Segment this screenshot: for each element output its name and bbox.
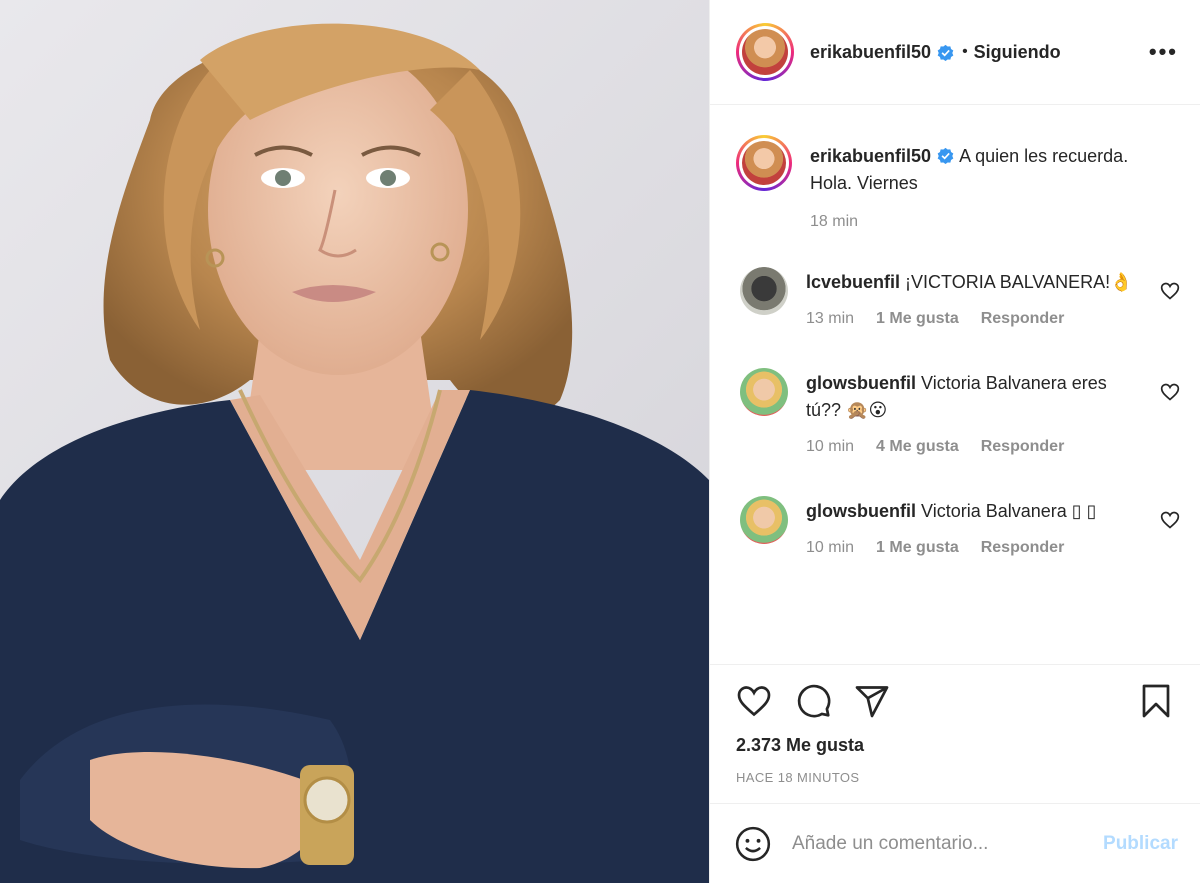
- reply-button[interactable]: Responder: [981, 539, 1065, 557]
- caption-username[interactable]: erikabuenfil50: [810, 146, 931, 166]
- separator-dot: •: [962, 43, 968, 60]
- following-button[interactable]: Siguiendo: [974, 42, 1061, 63]
- smiley-icon[interactable]: [734, 825, 772, 863]
- comment-item: glowsbuenfil Victoria Balvanera ▯ ▯ 10 m…: [736, 496, 1180, 557]
- comment-item: lcvebuenfil ¡VICTORIA BALVANERA!👌 13 min…: [736, 267, 1180, 328]
- caption-time[interactable]: 18 min: [810, 213, 858, 231]
- comment-username[interactable]: glowsbuenfil: [806, 373, 916, 393]
- comment-username[interactable]: glowsbuenfil: [806, 501, 916, 521]
- post-photo[interactable]: [0, 0, 709, 883]
- comment-text: Victoria Balvanera ▯ ▯: [921, 501, 1097, 521]
- comment-input[interactable]: [792, 832, 1104, 855]
- post-timestamp[interactable]: HACE 18 MINUTOS: [736, 770, 1174, 785]
- comment-composer: Publicar: [710, 803, 1200, 883]
- like-comment-heart-icon[interactable]: [1160, 281, 1180, 301]
- post-actions: 2.373 Me gusta HACE 18 MINUTOS: [710, 664, 1200, 785]
- more-options-icon[interactable]: •••: [1149, 39, 1178, 65]
- comment-likes[interactable]: 1 Me gusta: [876, 539, 959, 557]
- like-comment-heart-icon[interactable]: [1160, 510, 1180, 530]
- comment-avatar[interactable]: [740, 267, 788, 315]
- caption-avatar[interactable]: [736, 135, 792, 191]
- verified-badge-icon: [937, 44, 954, 61]
- caption: erikabuenfil50 A quien les recuerda. Hol…: [736, 135, 1174, 231]
- comments-list[interactable]: erikabuenfil50 A quien les recuerda. Hol…: [710, 105, 1200, 664]
- comment-item: glowsbuenfil Victoria Balvanera eres tú?…: [736, 368, 1180, 456]
- comment-text: ¡VICTORIA BALVANERA!👌: [905, 272, 1133, 292]
- comment-time[interactable]: 10 min: [806, 438, 854, 456]
- comment-time[interactable]: 10 min: [806, 539, 854, 557]
- save-bookmark-icon[interactable]: [1138, 683, 1174, 719]
- avatar-image: [742, 141, 786, 185]
- publish-button[interactable]: Publicar: [1103, 833, 1178, 855]
- like-heart-icon[interactable]: [736, 683, 772, 719]
- share-send-icon[interactable]: [854, 683, 890, 719]
- author-username[interactable]: erikabuenfil50: [810, 42, 931, 63]
- comment-likes[interactable]: 1 Me gusta: [876, 310, 959, 328]
- reply-button[interactable]: Responder: [981, 438, 1065, 456]
- comment-bubble-icon[interactable]: [796, 683, 832, 719]
- reply-button[interactable]: Responder: [981, 310, 1065, 328]
- avatar-image: [742, 29, 788, 75]
- comment-avatar[interactable]: [740, 368, 788, 416]
- verified-badge-icon: [937, 147, 954, 164]
- author-avatar[interactable]: [736, 23, 794, 81]
- comment-time[interactable]: 13 min: [806, 310, 854, 328]
- portrait-illustration: [0, 23, 709, 883]
- comment-likes[interactable]: 4 Me gusta: [876, 438, 959, 456]
- like-comment-heart-icon[interactable]: [1160, 382, 1180, 402]
- comment-avatar[interactable]: [740, 496, 788, 544]
- likes-count[interactable]: 2.373 Me gusta: [736, 735, 1174, 756]
- comment-username[interactable]: lcvebuenfil: [806, 272, 900, 292]
- post-header: erikabuenfil50 • Siguiendo •••: [710, 0, 1200, 105]
- post-panel: erikabuenfil50 • Siguiendo ••• erikabuen…: [709, 0, 1200, 883]
